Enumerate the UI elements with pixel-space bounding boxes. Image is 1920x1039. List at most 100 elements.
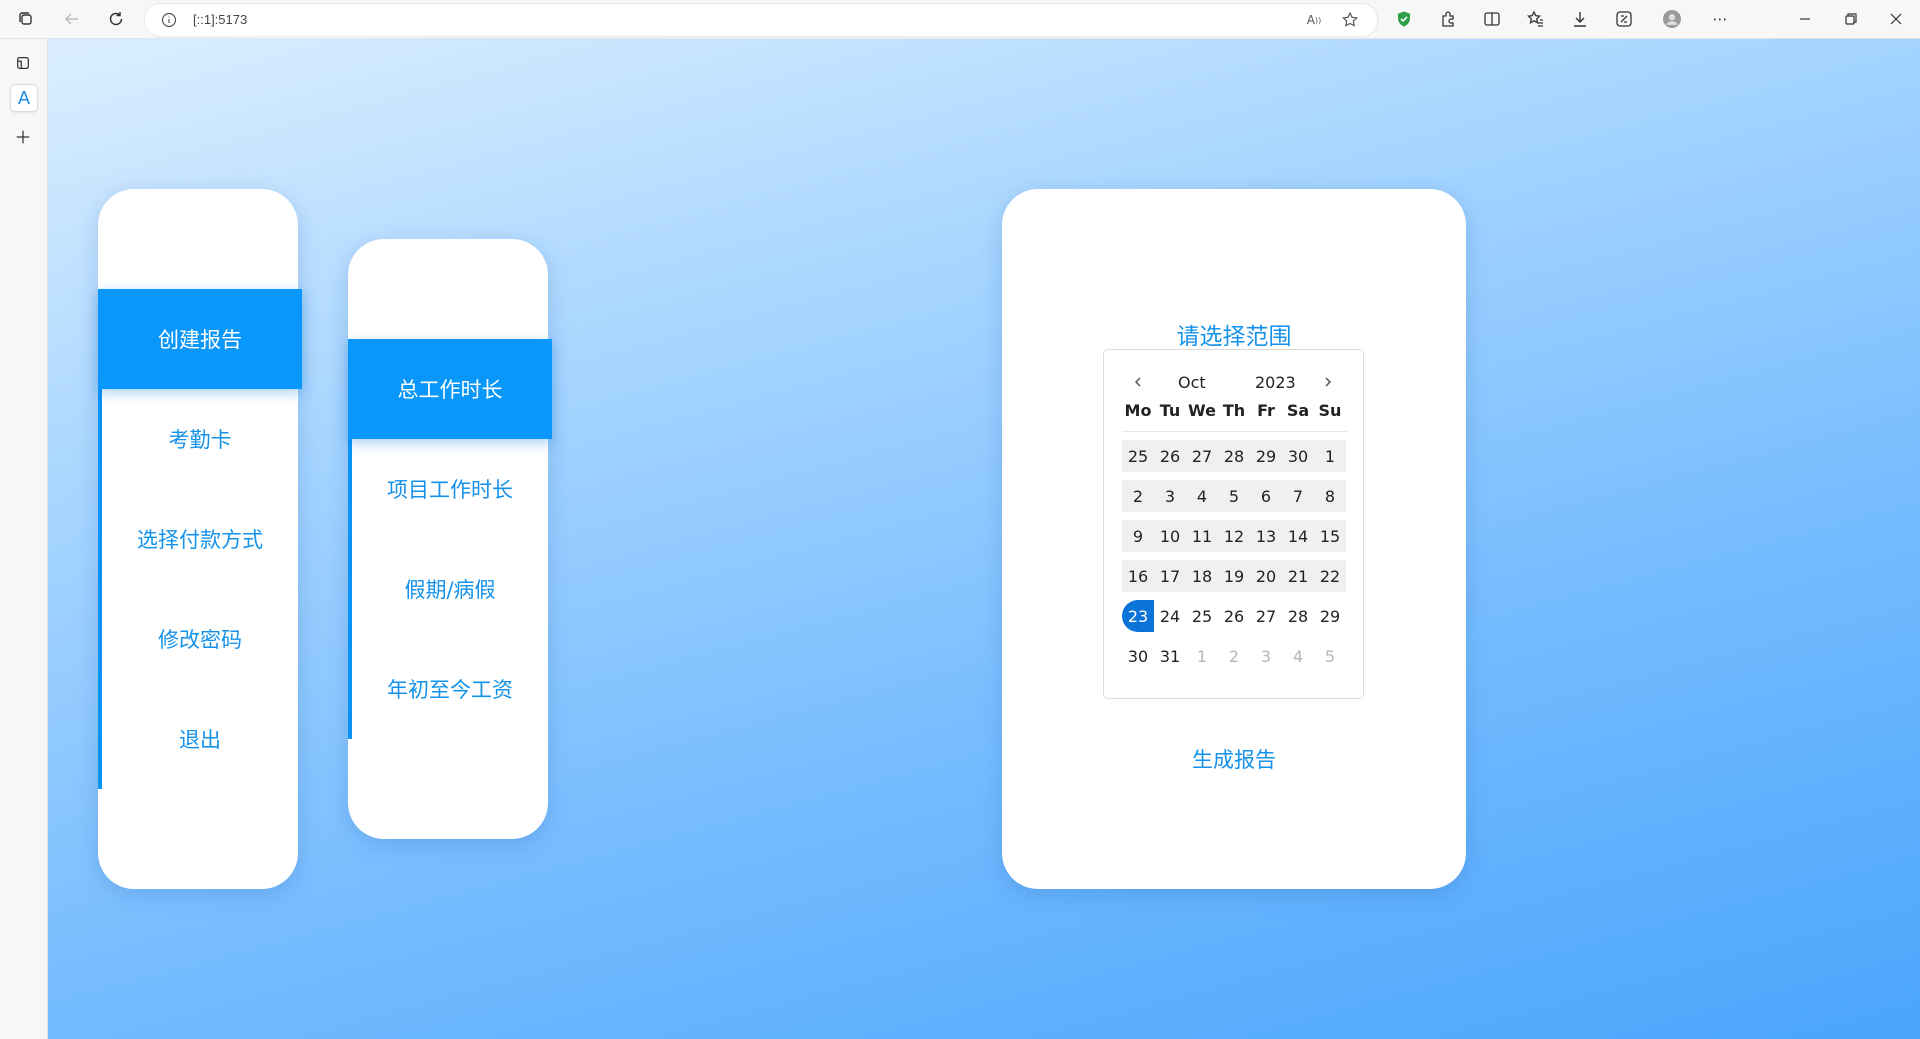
calendar-grid: 25 26 27 28 29 30 1 2 3 4 5 6 7 8 9 10 1… <box>1122 440 1347 680</box>
calendar-day[interactable]: 5 <box>1218 480 1250 512</box>
menu-item-label: 退出 <box>179 728 221 752</box>
next-month-icon[interactable] <box>1318 372 1338 392</box>
calendar-day[interactable]: 19 <box>1218 560 1250 592</box>
calendar-day[interactable]: 11 <box>1186 520 1218 552</box>
weekday-label: Su <box>1318 401 1342 420</box>
calendar-month[interactable]: Oct <box>1178 373 1206 392</box>
calendar-day[interactable]: 2 <box>1122 480 1154 512</box>
generate-report-button[interactable]: 生成报告 <box>1002 744 1466 774</box>
address-bar[interactable]: [::1]:5173 A)) <box>144 3 1378 37</box>
menu-item-ytd-salary[interactable]: 年初至今工资 <box>352 639 548 739</box>
calendar-day[interactable]: 4 <box>1186 480 1218 512</box>
calendar-day[interactable]: 31 <box>1154 640 1186 672</box>
calendar-day[interactable]: 27 <box>1186 440 1218 472</box>
font-tool-icon[interactable]: A <box>10 84 38 112</box>
minimize-icon[interactable] <box>1795 9 1815 29</box>
calendar-day[interactable]: 24 <box>1154 600 1186 632</box>
screenshot-icon[interactable] <box>1614 9 1634 29</box>
menu-item-change-password[interactable]: 修改密码 <box>102 589 298 689</box>
calendar-week: 16 17 18 19 20 21 22 <box>1122 560 1347 592</box>
extensions-icon[interactable] <box>1438 9 1458 29</box>
menu-item-payment-method[interactable]: 选择付款方式 <box>102 489 298 589</box>
calendar-day[interactable]: 20 <box>1250 560 1282 592</box>
calendar-day[interactable]: 30 <box>1122 640 1154 672</box>
calendar-day[interactable]: 18 <box>1186 560 1218 592</box>
profile-avatar-icon[interactable] <box>1662 9 1682 29</box>
url-text[interactable]: [::1]:5173 <box>193 12 247 27</box>
calendar-day[interactable]: 14 <box>1282 520 1314 552</box>
calendar-day-next-month[interactable]: 4 <box>1282 640 1314 672</box>
workspaces-icon[interactable] <box>16 9 36 29</box>
calendar-day-selected[interactable]: 23 <box>1122 600 1154 632</box>
menu-item-label: 年初至今工资 <box>387 678 513 702</box>
menu-item-create-report[interactable]: 创建报告 <box>98 289 302 389</box>
calendar-day[interactable]: 28 <box>1218 440 1250 472</box>
weekday-label: Fr <box>1257 401 1275 420</box>
calendar-day[interactable]: 29 <box>1250 440 1282 472</box>
calendar-week: 9 10 11 12 13 14 15 <box>1122 520 1347 552</box>
browser-sidebar: A <box>0 39 48 1039</box>
menu-item-total-hours[interactable]: 总工作时长 <box>348 339 552 439</box>
calendar-day[interactable]: 26 <box>1154 440 1186 472</box>
main-menu: 创建报告 考勤卡 选择付款方式 修改密码 退出 <box>98 289 302 789</box>
menu-item-label: 假期/病假 <box>404 578 496 602</box>
back-icon[interactable] <box>62 9 82 29</box>
calendar-year[interactable]: 2023 <box>1255 373 1296 392</box>
calendar-day[interactable]: 15 <box>1314 520 1346 552</box>
calendar-day[interactable]: 13 <box>1250 520 1282 552</box>
close-window-icon[interactable] <box>1886 9 1906 29</box>
menu-item-label: 创建报告 <box>158 328 242 352</box>
calendar-day[interactable]: 25 <box>1122 440 1154 472</box>
menu-item-project-hours[interactable]: 项目工作时长 <box>352 439 548 539</box>
calendar-week: 25 26 27 28 29 30 1 <box>1122 440 1347 472</box>
weekday-label: Mo <box>1124 401 1152 420</box>
calendar-day[interactable]: 6 <box>1250 480 1282 512</box>
calendar-day[interactable]: 9 <box>1122 520 1154 552</box>
calendar-day[interactable]: 10 <box>1154 520 1186 552</box>
menu-item-logout[interactable]: 退出 <box>102 689 298 789</box>
calendar-day[interactable]: 3 <box>1154 480 1186 512</box>
calendar-day[interactable]: 25 <box>1186 600 1218 632</box>
downloads-icon[interactable] <box>1570 9 1590 29</box>
favorites-icon[interactable] <box>1526 9 1546 29</box>
tab-actions-icon[interactable] <box>10 50 36 76</box>
calendar-day[interactable]: 26 <box>1218 600 1250 632</box>
split-screen-icon[interactable] <box>1482 9 1502 29</box>
refresh-icon[interactable] <box>106 9 126 29</box>
calendar-day[interactable]: 30 <box>1282 440 1314 472</box>
calendar-week: 30 31 1 2 3 4 5 <box>1122 640 1347 672</box>
calendar-day[interactable]: 16 <box>1122 560 1154 592</box>
calendar-week: 2 3 4 5 6 7 8 <box>1122 480 1347 512</box>
calendar-day-next-month[interactable]: 5 <box>1314 640 1346 672</box>
calendar-day[interactable]: 21 <box>1282 560 1314 592</box>
calendar-day[interactable]: 22 <box>1314 560 1346 592</box>
restore-icon[interactable] <box>1841 9 1861 29</box>
main-menu-card: 创建报告 考勤卡 选择付款方式 修改密码 退出 <box>98 189 302 889</box>
add-favorite-icon[interactable] <box>1341 11 1359 29</box>
shield-extension-icon[interactable] <box>1394 9 1414 29</box>
calendar-day[interactable]: 8 <box>1314 480 1346 512</box>
calendar-day[interactable]: 12 <box>1218 520 1250 552</box>
calendar-day[interactable]: 27 <box>1250 600 1282 632</box>
calendar-day[interactable]: 28 <box>1282 600 1314 632</box>
calendar-day[interactable]: 17 <box>1154 560 1186 592</box>
app-viewport: 创建报告 考勤卡 选择付款方式 修改密码 退出 总工作时长 项目工作时长 假期/… <box>48 39 1920 1039</box>
read-aloud-icon[interactable]: A)) <box>1305 11 1323 29</box>
calendar-day-next-month[interactable]: 2 <box>1218 640 1250 672</box>
menu-item-label: 修改密码 <box>158 628 242 652</box>
menu-item-timecard[interactable]: 考勤卡 <box>102 389 298 489</box>
calendar-day[interactable]: 7 <box>1282 480 1314 512</box>
site-info-icon[interactable] <box>161 12 177 28</box>
prev-month-icon[interactable] <box>1128 372 1148 392</box>
weekday-label: Tu <box>1159 401 1181 420</box>
add-icon[interactable] <box>10 124 36 150</box>
calendar-day-next-month[interactable]: 3 <box>1250 640 1282 672</box>
weekday-label: Th <box>1222 401 1246 420</box>
menu-item-label: 考勤卡 <box>168 428 232 452</box>
menu-item-leave[interactable]: 假期/病假 <box>352 539 548 639</box>
calendar-day[interactable]: 29 <box>1314 600 1346 632</box>
calendar-day[interactable]: 1 <box>1314 440 1346 472</box>
weekday-header: Mo Tu We Th Fr Sa Su <box>1122 401 1347 432</box>
calendar-day-next-month[interactable]: 1 <box>1186 640 1218 672</box>
more-options-icon[interactable]: ⋯ <box>1710 9 1730 29</box>
